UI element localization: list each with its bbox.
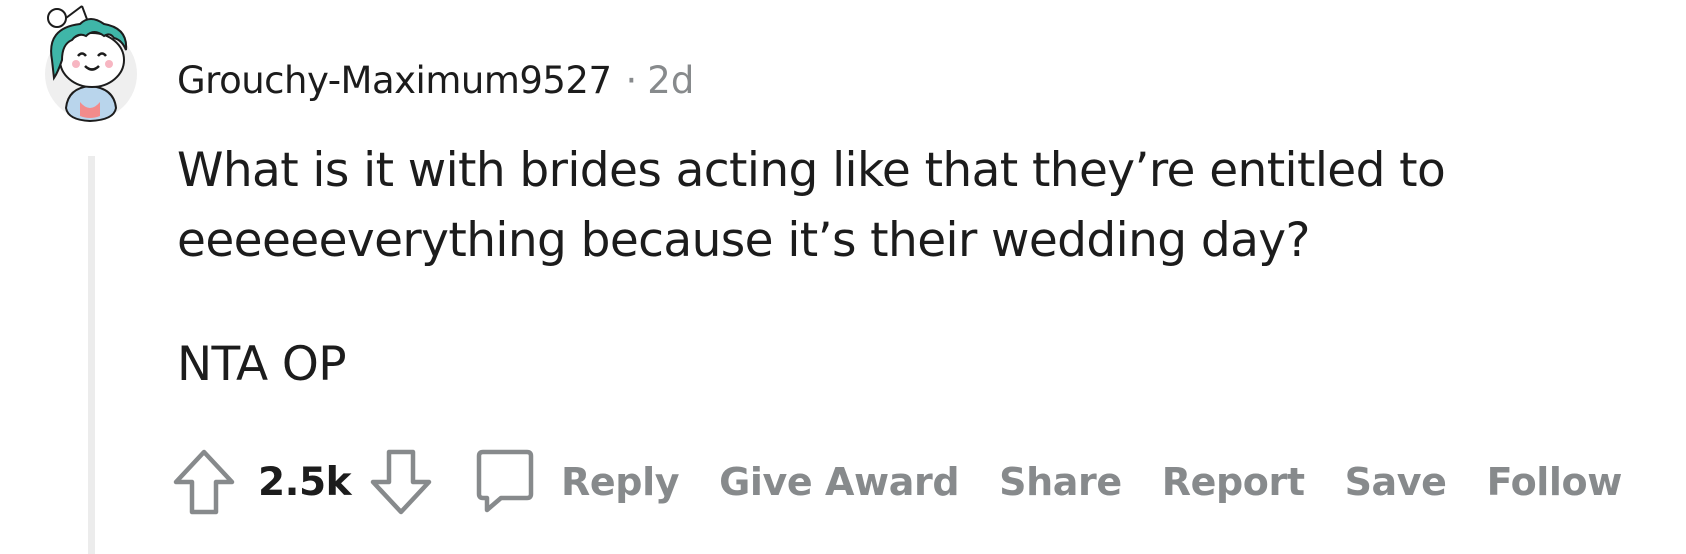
separator-dot: · (625, 58, 638, 102)
give-award-button[interactable]: Give Award (719, 460, 959, 504)
follow-button[interactable]: Follow (1487, 460, 1623, 504)
arrow-down-icon[interactable] (367, 446, 435, 518)
username[interactable]: Grouchy-Maximum9527 (177, 59, 612, 102)
reply-button[interactable]: Reply (561, 460, 679, 504)
save-button[interactable]: Save (1345, 460, 1447, 504)
comment-header: Grouchy-Maximum9527 · 2d (177, 55, 694, 105)
timestamp[interactable]: 2d (647, 59, 694, 102)
snoo-avatar-icon (45, 5, 137, 123)
arrow-up-icon[interactable] (170, 446, 238, 518)
comment-paragraph: NTA OP (177, 337, 347, 392)
share-button[interactable]: Share (999, 460, 1122, 504)
vote-score: 2.5k (258, 459, 352, 505)
comment-actions: 2.5k Reply Give Award Share Report Save … (170, 444, 1622, 520)
user-avatar[interactable] (32, 2, 150, 126)
thread-line[interactable] (88, 156, 95, 554)
comment-bubble-icon[interactable] (471, 446, 539, 518)
comment-body: What is it with brides acting like that … (177, 136, 1657, 400)
report-button[interactable]: Report (1162, 460, 1305, 504)
comment-paragraph: What is it with brides acting like that … (177, 143, 1446, 268)
